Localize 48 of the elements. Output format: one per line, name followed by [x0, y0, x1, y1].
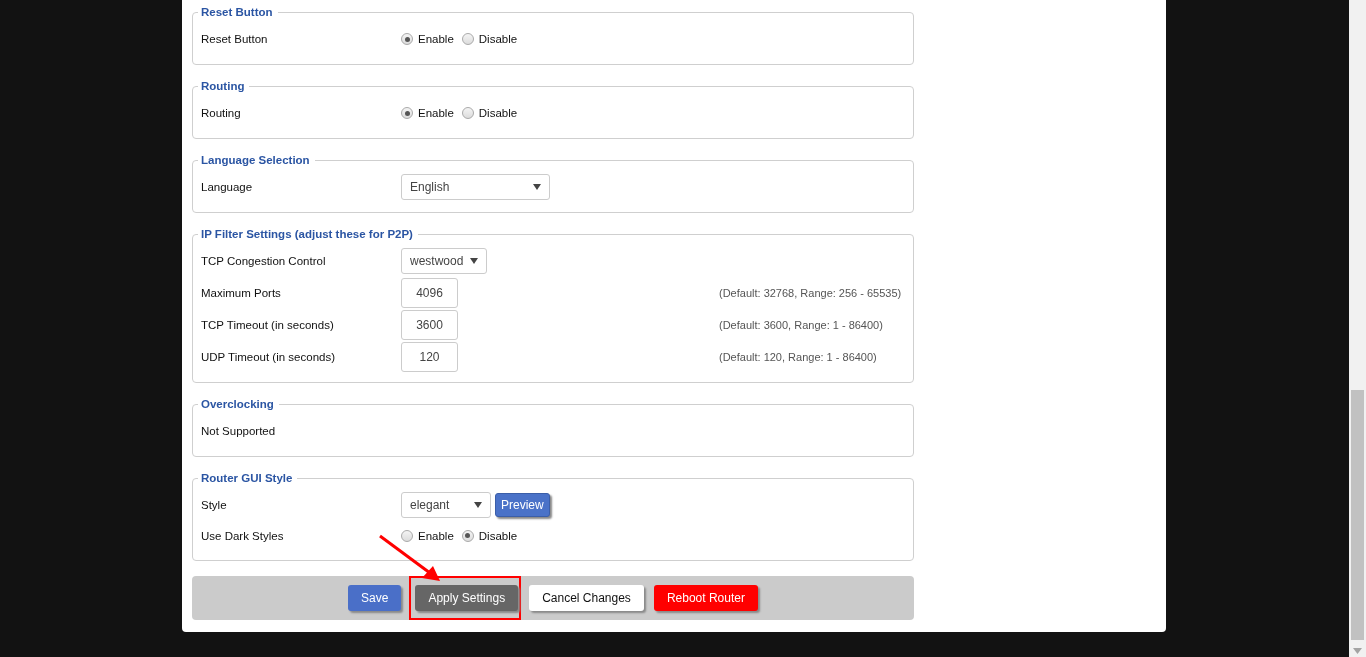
- dropdown[interactable]: English: [401, 174, 550, 200]
- action-button[interactable]: Save: [348, 585, 402, 611]
- group-title: Overclocking: [200, 398, 275, 410]
- input-field[interactable]: 3600: [401, 310, 458, 340]
- radio-button[interactable]: [461, 107, 474, 119]
- field-label: Routing: [201, 107, 242, 119]
- radio-label: Enable: [418, 107, 454, 119]
- caret-icon: [474, 501, 482, 508]
- dropdown[interactable]: westwood: [401, 248, 487, 274]
- radio-label: Enable: [418, 33, 454, 45]
- action-button[interactable]: Apply Settings: [415, 585, 519, 611]
- caret-icon: [533, 184, 541, 190]
- group-title: Routing: [200, 80, 246, 92]
- radio-label: Enable: [418, 529, 454, 542]
- radio-button[interactable]: [401, 33, 413, 45]
- preview-button[interactable]: Preview: [495, 492, 550, 517]
- field-label: Reset Button: [201, 33, 269, 45]
- field-label: TCP Congestion Control: [201, 255, 327, 267]
- field-label: Use Dark Styles: [201, 529, 285, 542]
- field-label: UDP Timeout (in seconds): [201, 351, 336, 363]
- radio-label: Disable: [478, 107, 518, 119]
- group-title: Reset Button: [200, 6, 274, 18]
- group-title: Language Selection: [200, 154, 311, 166]
- field-label: Style: [201, 498, 228, 511]
- field-label: TCP Timeout (in seconds): [201, 319, 335, 331]
- field-label: Not Supported: [201, 425, 277, 437]
- scrollbar-thumb[interactable]: [1351, 390, 1364, 640]
- scroll-down-icon[interactable]: [1353, 648, 1362, 654]
- group-title: IP Filter Settings (adjust these for P2P): [200, 228, 414, 240]
- input-field[interactable]: 4096: [401, 278, 458, 308]
- field-label: Language: [201, 181, 254, 193]
- dropdown[interactable]: elegant: [401, 491, 491, 518]
- caret-icon: [470, 258, 478, 264]
- scrollbar[interactable]: [1349, 0, 1366, 657]
- hint-text: (Default: 120, Range: 1 - 86400): [719, 351, 877, 363]
- radio-label: Disable: [478, 529, 518, 542]
- radio-button[interactable]: [401, 107, 413, 119]
- radio-label: Disable: [478, 33, 518, 45]
- hint-text: (Default: 3600, Range: 1 - 86400): [719, 319, 883, 331]
- hint-text: (Default: 32768, Range: 256 - 65535): [719, 287, 902, 299]
- action-button[interactable]: Reboot Router: [653, 585, 758, 611]
- radio-button[interactable]: [461, 529, 474, 542]
- radio-button[interactable]: [401, 529, 413, 542]
- radio-button[interactable]: [461, 33, 474, 45]
- group-title: Router GUI Style: [200, 472, 294, 484]
- input-field[interactable]: 120: [401, 342, 458, 372]
- field-label: Maximum Ports: [201, 287, 282, 299]
- action-button[interactable]: Cancel Changes: [529, 585, 644, 611]
